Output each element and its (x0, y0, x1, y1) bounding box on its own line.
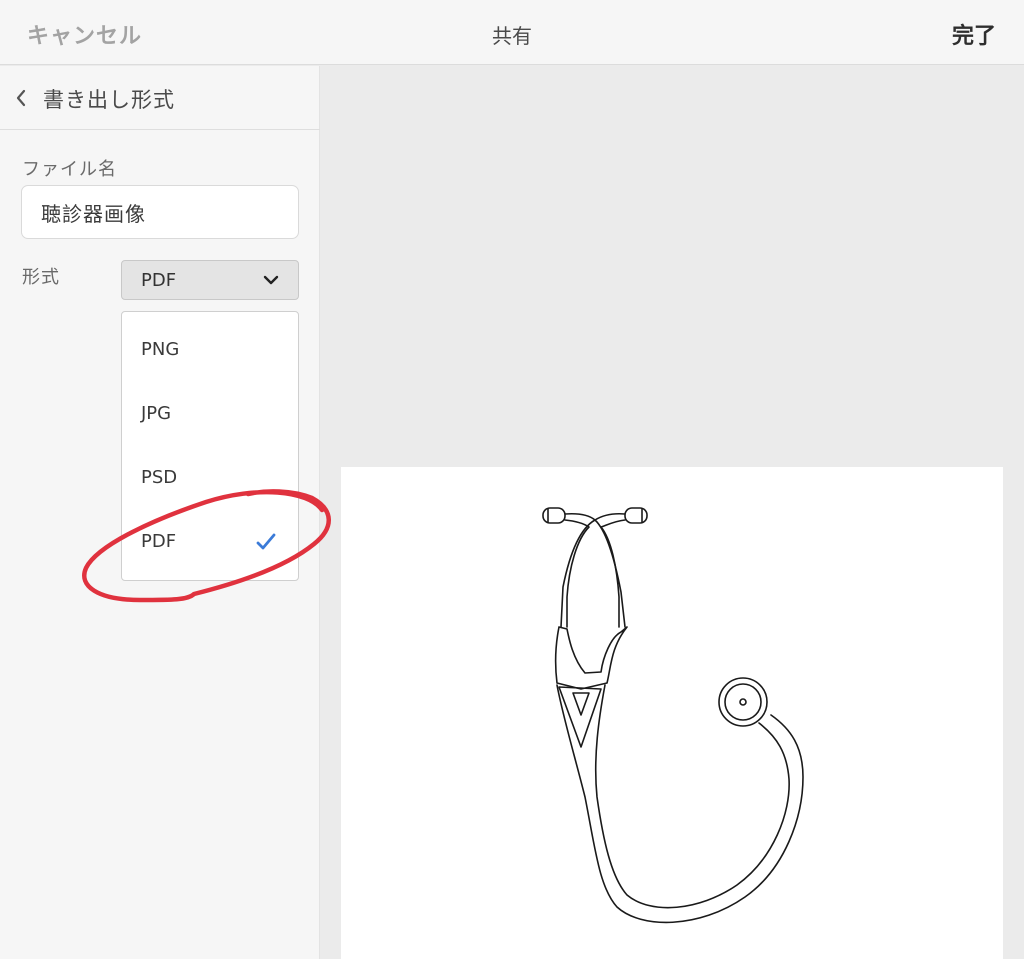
page-title: 共有 (492, 24, 532, 48)
preview-canvas (341, 467, 1003, 959)
chevron-left-icon (16, 89, 26, 107)
format-option-png[interactable]: PNG (122, 320, 298, 382)
format-option-jpg[interactable]: JPG (122, 384, 298, 446)
filename-input[interactable] (21, 185, 299, 239)
format-option-label: JPG (141, 403, 172, 424)
top-navigation-bar: キャンセル 共有 完了 (0, 0, 1024, 65)
chevron-down-icon (263, 275, 279, 285)
back-to-export-format-button[interactable]: 書き出し形式 (0, 66, 320, 130)
checkmark-icon (256, 533, 276, 550)
format-option-psd[interactable]: PSD (122, 448, 298, 510)
export-settings-panel: 書き出し形式 ファイル名 形式 PDF PNG JPG PSD PDF (0, 66, 320, 959)
done-button[interactable]: 完了 (952, 18, 996, 50)
stethoscope-illustration (542, 507, 804, 924)
filename-label: ファイル名 (22, 159, 117, 180)
format-option-label: PNG (141, 339, 180, 360)
format-selected-value: PDF (141, 270, 177, 291)
format-select[interactable]: PDF (121, 260, 299, 300)
back-label: 書き出し形式 (43, 88, 175, 112)
format-option-label: PDF (141, 531, 177, 552)
format-label: 形式 (22, 267, 60, 288)
format-dropdown-menu: PNG JPG PSD PDF (121, 311, 299, 581)
format-option-label: PSD (141, 467, 178, 488)
format-option-pdf[interactable]: PDF (122, 512, 298, 574)
